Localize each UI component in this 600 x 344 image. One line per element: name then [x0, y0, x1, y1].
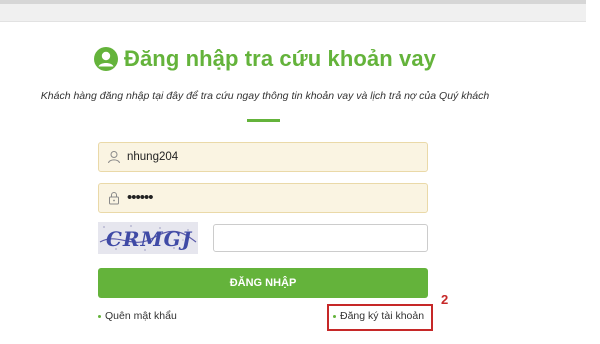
page-subtitle: Khách hàng đăng nhập tại đây để tra cứu …: [40, 90, 490, 102]
title-underline: [247, 119, 280, 122]
page-title: Đăng nhập tra cứu khoản vay: [123, 46, 437, 71]
password-value: ••••••: [127, 188, 153, 206]
captcha-image: CRMGJ: [98, 222, 198, 254]
forgot-password-label: Quên mật khẩu: [105, 310, 177, 322]
bullet-dot: [98, 314, 101, 318]
captcha-text: CRMGJ: [106, 227, 193, 251]
password-field[interactable]: ••••••: [98, 183, 428, 213]
captcha-input[interactable]: [213, 224, 428, 252]
username-field[interactable]: nhung204: [98, 142, 428, 172]
annotation-highlight-box: [327, 304, 433, 331]
top-shadow: [0, 0, 586, 4]
user-icon: [108, 151, 120, 164]
page-header: Đăng nhập tra cứu khoản vay: [0, 46, 530, 72]
username-value: nhung204: [127, 151, 179, 163]
browser-top-strip: [0, 0, 586, 22]
login-button[interactable]: ĐĂNG NHẬP: [98, 268, 428, 298]
forgot-password-link[interactable]: Quên mật khẩu: [98, 310, 177, 322]
login-button-label: ĐĂNG NHẬP: [229, 277, 297, 289]
lock-icon: [109, 192, 119, 205]
annotation-step-number: 2: [441, 292, 449, 307]
user-circle-icon: [93, 47, 118, 71]
